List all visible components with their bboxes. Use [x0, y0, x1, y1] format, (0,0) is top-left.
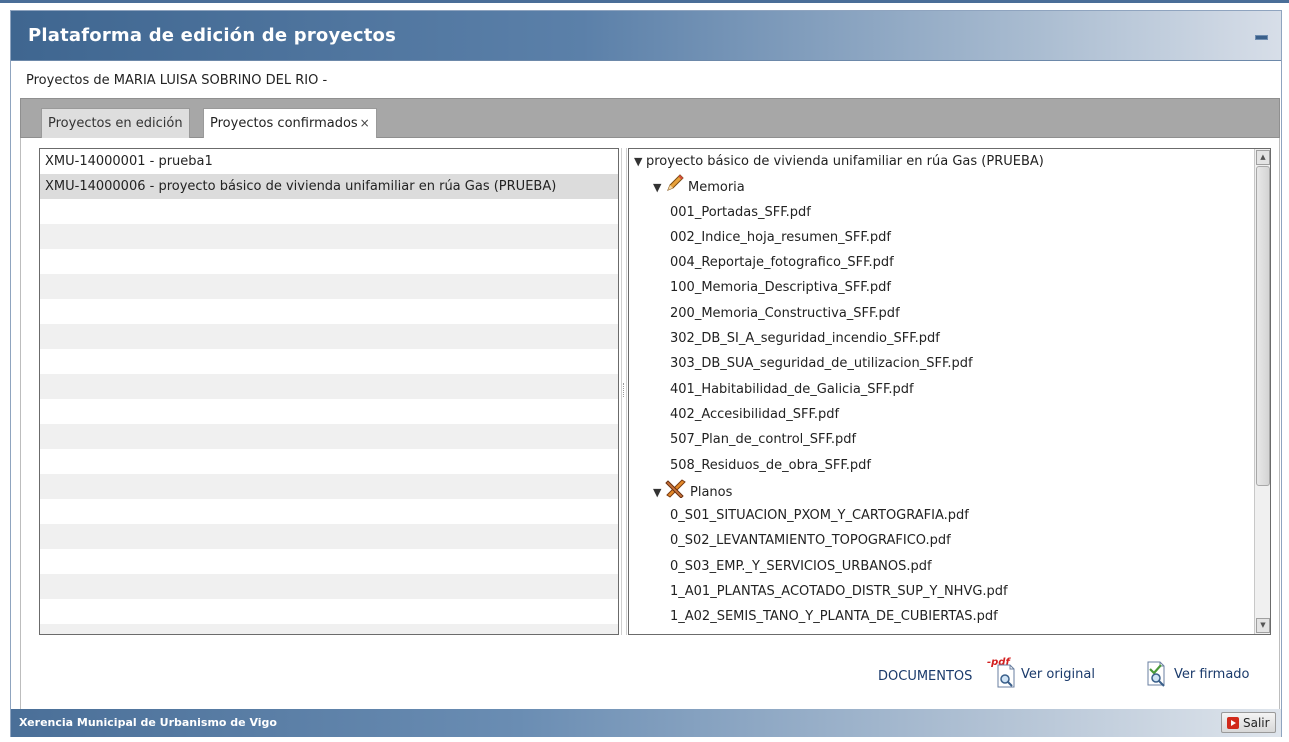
tab-label: Proyectos confirmados: [210, 116, 358, 131]
tree-root[interactable]: ▼ proyecto básico de vivienda unifamiliar…: [629, 149, 1254, 174]
exit-label: Salir: [1243, 715, 1270, 730]
app-window: Plataforma de edición de proyectos Proye…: [10, 10, 1282, 737]
list-item-empty: [40, 399, 618, 424]
user-projects-heading: Proyectos de MARIA LUISA SOBRINO DEL RIO…: [26, 73, 328, 88]
tab-content: XMU-14000001 - prueba1 XMU-14000006 - pro…: [20, 138, 1280, 649]
list-item-empty: [40, 499, 618, 524]
tab-projects-editing[interactable]: Proyectos en edición: [41, 108, 190, 139]
list-item-empty: [40, 449, 618, 474]
list-item-empty: [40, 199, 618, 224]
view-original-button[interactable]: -pdf Ver original: [987, 657, 1095, 691]
exit-icon: [1227, 716, 1239, 729]
list-item-empty: [40, 624, 618, 634]
minimize-icon[interactable]: [1255, 35, 1268, 40]
tree-file-item[interactable]: 0_S03_EMP._Y_SERVICIOS_URBANOS.pdf: [629, 554, 1254, 579]
tree-root-label: proyecto básico de vivienda unifamiliar …: [646, 154, 1044, 169]
list-item-empty: [40, 349, 618, 374]
tree-file-item[interactable]: 001_Portadas_SFF.pdf: [629, 200, 1254, 225]
expand-arrow-icon[interactable]: ▼: [653, 480, 665, 505]
documents-label: DOCUMENTOS: [878, 669, 973, 684]
tree-file-item[interactable]: 402_Accesibilidad_SFF.pdf: [629, 402, 1254, 427]
tree-file-item[interactable]: 302_DB_SI_A_seguridad_incendio_SFF.pdf: [629, 326, 1254, 351]
tree-folder-memoria[interactable]: ▼ Memoria: [629, 174, 1254, 199]
tree-file-item[interactable]: 0_S02_LEVANTAMIENTO_TOPOGRAFICO.pdf: [629, 528, 1254, 553]
list-item-empty: [40, 599, 618, 624]
window-top-border: [0, 0, 1289, 10]
tab-bar: Proyectos en edición Proyectos confirmad…: [20, 98, 1280, 140]
pdf-search-icon: -pdf: [987, 657, 1017, 691]
pencil-icon: [665, 174, 685, 201]
list-item[interactable]: XMU-14000001 - prueba1: [40, 149, 618, 174]
tree-file-item[interactable]: 1_A02_SEMIS_TANO_Y_PLANTA_DE_CUBIERTAS.p…: [629, 604, 1254, 629]
tree-file-item[interactable]: 508_Residuos_de_obra_SFF.pdf: [629, 453, 1254, 478]
tab-label: Proyectos en edición: [48, 116, 183, 131]
list-item-empty: [40, 374, 618, 399]
list-item-empty: [40, 549, 618, 574]
vertical-scrollbar[interactable]: ▲ ▼: [1254, 149, 1270, 634]
tree-file-item[interactable]: 303_DB_SUA_seguridad_de_utilizacion_SFF.…: [629, 351, 1254, 376]
list-item-empty: [40, 274, 618, 299]
tree-folder-planos[interactable]: ▼ Planos: [629, 478, 1254, 503]
app-header: Plataforma de edición de proyectos: [11, 11, 1281, 61]
list-item-empty: [40, 249, 618, 274]
tree-file-item[interactable]: 100_Memoria_Descriptiva_SFF.pdf: [629, 275, 1254, 300]
scroll-up-icon[interactable]: ▲: [1256, 150, 1270, 165]
list-item-empty: [40, 524, 618, 549]
tree-file-item[interactable]: 507_Plan_de_control_SFF.pdf: [629, 427, 1254, 452]
tree-file-item[interactable]: 1_A01_PLANTAS_ACOTADO_DISTR_SUP_Y_NHVG.p…: [629, 579, 1254, 604]
tab-projects-confirmed[interactable]: Proyectos confirmados ×: [203, 108, 377, 140]
document-tree: ▼ proyecto básico de vivienda unifamiliar…: [629, 149, 1254, 634]
signed-doc-search-icon: [1147, 661, 1165, 687]
scroll-down-icon[interactable]: ▼: [1256, 618, 1270, 633]
expand-arrow-icon[interactable]: ▼: [634, 149, 646, 174]
list-item-empty: [40, 324, 618, 349]
tree-file-item[interactable]: 002_Indice_hoja_resumen_SFF.pdf: [629, 225, 1254, 250]
footer-title: Xerencia Municipal de Urbanismo de Vigo: [19, 716, 277, 729]
list-item[interactable]: XMU-14000006 - proyecto básico de vivien…: [40, 174, 618, 199]
grip-icon: [623, 383, 625, 397]
list-item-empty: [40, 224, 618, 249]
scroll-thumb[interactable]: [1256, 166, 1270, 486]
list-item-empty: [40, 424, 618, 449]
list-item-empty: [40, 574, 618, 599]
folder-label: Planos: [690, 485, 733, 501]
document-tree-panel: ▼ proyecto básico de vivienda unifamiliar…: [628, 148, 1271, 635]
tree-file-item[interactable]: 004_Reportaje_fotografico_SFF.pdf: [629, 250, 1254, 275]
app-footer: Xerencia Municipal de Urbanismo de Vigo …: [11, 709, 1281, 737]
close-icon[interactable]: ×: [360, 116, 370, 130]
tree-file-item[interactable]: 200_Memoria_Constructiva_SFF.pdf: [629, 301, 1254, 326]
view-signed-button[interactable]: Ver firmado: [1144, 657, 1250, 691]
project-list: XMU-14000001 - prueba1 XMU-14000006 - pro…: [39, 148, 619, 635]
tree-file-item[interactable]: 0_S01_SITUACION_PXOM_Y_CARTOGRAFIA.pdf: [629, 503, 1254, 528]
view-original-label: Ver original: [1021, 666, 1095, 682]
tree-file-item[interactable]: 401_Habitabilidad_de_Galicia_SFF.pdf: [629, 377, 1254, 402]
list-item-empty: [40, 474, 618, 499]
expand-arrow-icon[interactable]: ▼: [653, 175, 665, 200]
exit-button[interactable]: Salir: [1221, 712, 1276, 733]
documents-bar: DOCUMENTOS -pdf Ver original Ver firmado: [20, 649, 1280, 709]
list-item-empty: [40, 299, 618, 324]
view-signed-label: Ver firmado: [1174, 666, 1250, 682]
folder-label: Memoria: [688, 180, 745, 196]
panel-splitter[interactable]: [621, 148, 627, 635]
app-title: Plataforma de edición de proyectos: [28, 25, 396, 46]
